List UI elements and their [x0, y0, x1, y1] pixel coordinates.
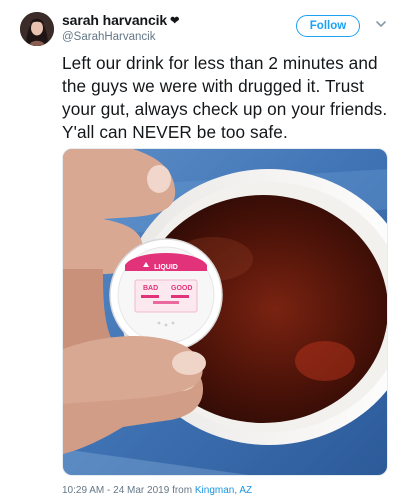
user-handle[interactable]: @SarahHarvancik: [62, 31, 156, 43]
test-card-label: LIQUID: [154, 264, 178, 271]
test-bad-label: BAD: [143, 285, 158, 292]
tweet-card: sarah harvancik ❤ @SarahHarvancik Follow …: [0, 0, 412, 500]
display-name-text[interactable]: sarah harvancik: [62, 12, 167, 28]
photo-drink-test: LIQUID BAD GOOD: [63, 149, 387, 475]
follow-button[interactable]: Follow: [296, 15, 360, 37]
chevron-down-icon[interactable]: [374, 17, 388, 31]
tweet-meta: 10:29 AM - 24 Mar 2019 from Kingman, AZ: [62, 485, 252, 496]
tweet-text: Left our drink for less than 2 minutes a…: [62, 53, 388, 142]
test-good-label: GOOD: [171, 285, 192, 292]
avatar[interactable]: [20, 12, 54, 46]
tweet-location-link[interactable]: Kingman, AZ: [195, 485, 252, 496]
display-name[interactable]: sarah harvancik ❤: [62, 12, 179, 28]
tweet-photo[interactable]: LIQUID BAD GOOD: [62, 148, 388, 476]
drug-test-card: LIQUID BAD GOOD: [109, 238, 223, 352]
heart-icon: ❤: [170, 15, 180, 27]
tweet-timestamp[interactable]: 10:29 AM - 24 Mar 2019 from: [62, 485, 192, 496]
